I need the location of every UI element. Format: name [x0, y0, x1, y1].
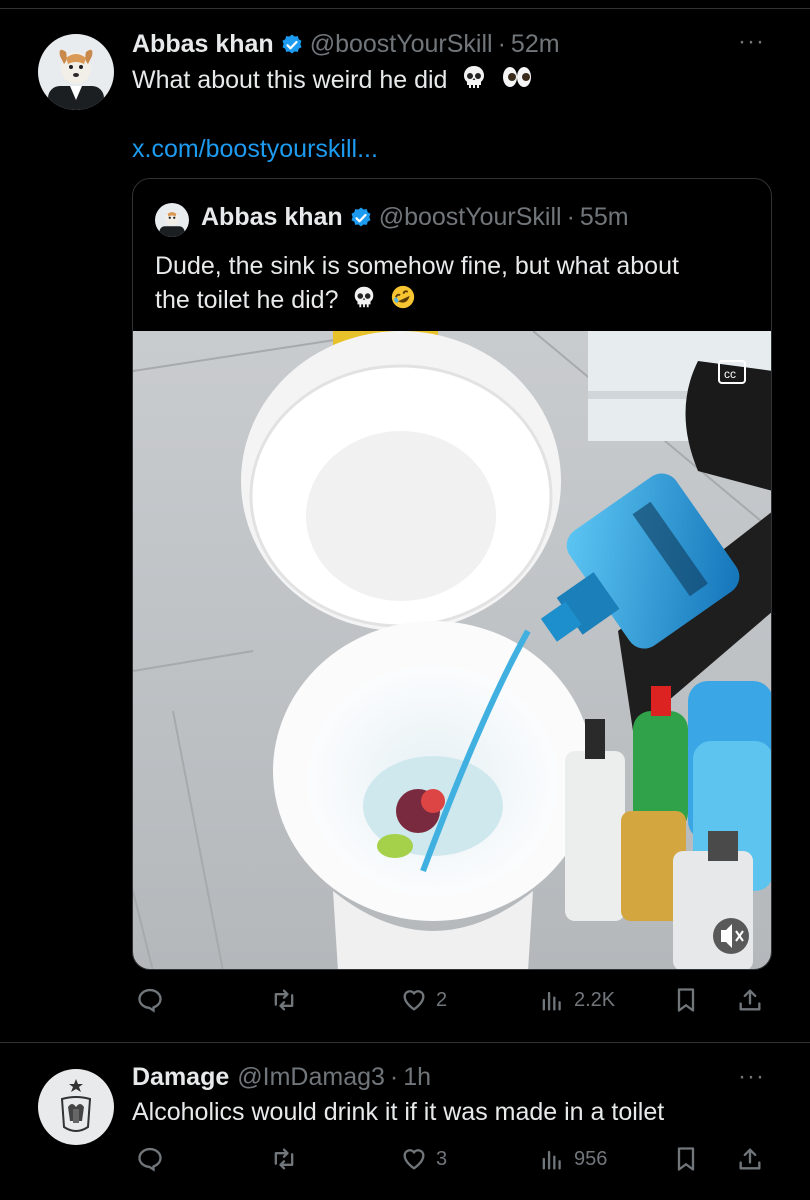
video-thumbnail: cc — [133, 331, 771, 969]
author-handle[interactable]: @boostYourSkill — [310, 30, 493, 59]
timestamp[interactable]: 1h — [403, 1063, 431, 1092]
like-count: 2 — [436, 988, 448, 1011]
share-button[interactable] — [736, 1145, 764, 1173]
tweet-header: Damage @ImDamag3 · 1h — [132, 1063, 431, 1092]
repost-icon — [274, 1148, 294, 1170]
quoted-text-line-2-row: the toilet he did? — [155, 283, 679, 319]
tweet-reply[interactable]: Damage @ImDamag3 · 1h ··· Alcoholics wou… — [0, 1043, 810, 1200]
tweet-main[interactable]: Abbas khan @boostYourSkill · 52m ··· Wha… — [0, 0, 810, 1040]
repost-icon — [274, 989, 294, 1011]
quoted-author-handle: @boostYourSkill — [378, 203, 562, 231]
like-count: 3 — [436, 1147, 448, 1170]
heart-icon — [403, 1149, 425, 1170]
more-options-icon[interactable]: ··· — [738, 28, 765, 56]
quoted-author-name: Abbas khan — [201, 203, 343, 231]
reply-icon — [138, 1147, 162, 1172]
views-icon — [542, 1150, 561, 1170]
author-name[interactable]: Abbas khan — [132, 30, 274, 59]
bookmark-button[interactable] — [672, 986, 700, 1014]
quoted-text-line-2: the toilet he did? — [155, 286, 339, 314]
share-icon — [739, 1148, 761, 1170]
tweet-actions: 3 956 — [132, 1141, 772, 1181]
video-player[interactable]: cc — [133, 331, 771, 969]
crest-avatar-icon — [38, 1069, 114, 1145]
like-button[interactable]: 3 — [400, 1145, 447, 1173]
dog-avatar-icon — [38, 34, 114, 110]
avatar[interactable] — [38, 1069, 114, 1145]
tweet-actions: 2 2.2K — [132, 980, 772, 1020]
author-handle[interactable]: @ImDamag3 — [237, 1063, 385, 1092]
repost-button[interactable] — [270, 1145, 306, 1173]
quoted-text: Dude, the sink is somehow fine, but what… — [155, 249, 679, 319]
tweet-header: Abbas khan @boostYourSkill · 52m — [132, 30, 560, 59]
skull-icon — [351, 284, 377, 319]
tweet-text: Alcoholics would drink it if it was made… — [132, 1098, 665, 1126]
bookmark-button[interactable] — [672, 1145, 700, 1173]
repost-button[interactable] — [270, 986, 306, 1014]
svg-text:cc: cc — [724, 367, 736, 381]
like-button[interactable]: 2 — [400, 986, 447, 1014]
dog-avatar-icon — [155, 203, 189, 237]
verified-badge-icon — [349, 206, 373, 230]
quoted-header: Abbas khan @boostYourSkill · 55m — [201, 203, 629, 232]
quoted-timestamp: 55m — [579, 203, 629, 231]
skull-icon — [460, 63, 488, 100]
separator-dot: · — [497, 30, 506, 58]
more-options-icon[interactable]: ··· — [738, 1063, 765, 1091]
quoted-avatar[interactable] — [155, 203, 189, 237]
views-button[interactable]: 956 — [538, 1145, 607, 1173]
quoted-text-line-1: Dude, the sink is somehow fine, but what… — [155, 252, 679, 280]
view-count: 2.2K — [574, 988, 616, 1011]
mute-icon — [713, 918, 749, 954]
separator-dot: · — [566, 203, 575, 231]
avatar[interactable] — [38, 34, 114, 110]
tweet-text-content: What about this weird he did — [132, 66, 448, 95]
tweet-link[interactable]: x.com/boostyourskill... — [132, 135, 378, 164]
rofl-emoji-icon — [390, 284, 416, 319]
reply-button[interactable] — [136, 986, 172, 1014]
views-icon — [542, 991, 561, 1011]
share-button[interactable] — [736, 986, 764, 1014]
author-name[interactable]: Damage — [132, 1063, 229, 1092]
bookmark-icon — [677, 988, 695, 1012]
quoted-tweet[interactable]: Abbas khan @boostYourSkill · 55m Dude, t… — [132, 178, 772, 970]
reply-button[interactable] — [136, 1145, 172, 1173]
verified-badge-icon — [280, 33, 304, 57]
heart-icon — [403, 990, 425, 1011]
timestamp[interactable]: 52m — [511, 30, 560, 59]
bookmark-icon — [677, 1147, 695, 1171]
eyes-icon — [501, 63, 533, 100]
tweet-text: What about this weird he did — [132, 63, 533, 100]
separator-dot: · — [389, 1063, 399, 1091]
view-count: 956 — [574, 1147, 608, 1170]
views-button[interactable]: 2.2K — [538, 986, 615, 1014]
share-icon — [739, 989, 761, 1011]
reply-icon — [138, 988, 162, 1013]
